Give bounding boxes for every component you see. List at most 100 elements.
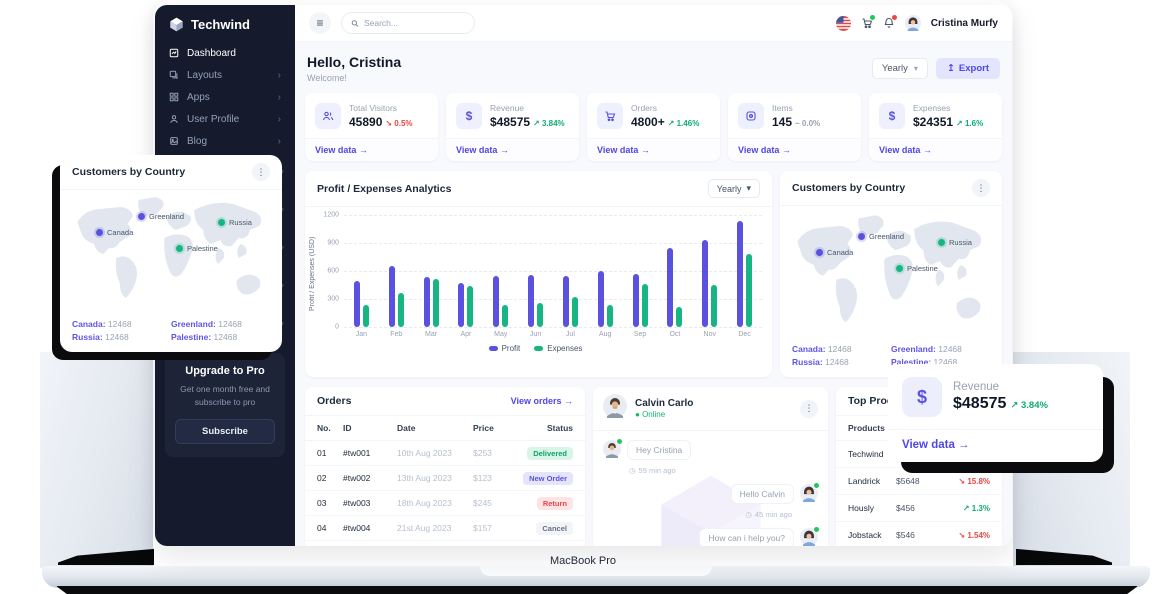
cart-button[interactable] xyxy=(861,17,873,29)
bar-profit[interactable] xyxy=(354,281,360,327)
view-data-link[interactable]: View data → xyxy=(446,138,579,161)
bar-expenses[interactable] xyxy=(433,279,439,327)
view-data-link[interactable]: View data → xyxy=(728,138,861,161)
bar-group xyxy=(692,215,727,327)
chart-title: Profit / Expenses Analytics xyxy=(317,183,451,195)
bar-group xyxy=(344,215,379,327)
notifications-button[interactable] xyxy=(883,17,895,29)
user-menu[interactable] xyxy=(905,15,921,31)
map-marker-canada[interactable]: Canada xyxy=(816,248,853,257)
brand[interactable]: Techwind xyxy=(155,5,295,42)
bar-expenses[interactable] xyxy=(537,303,543,327)
x-tick-label: May xyxy=(483,331,518,338)
user-name[interactable]: Cristina Murfy xyxy=(931,18,998,29)
map-marker-greenland[interactable]: Greenland xyxy=(858,232,904,241)
bar-expenses[interactable] xyxy=(363,305,369,327)
brand-name: Techwind xyxy=(191,17,250,32)
chat-status: ● Online xyxy=(635,410,693,419)
language-flag-button[interactable] xyxy=(836,16,851,31)
presence-dot xyxy=(617,439,622,444)
bar-group xyxy=(414,215,449,327)
bar-profit[interactable] xyxy=(702,240,708,327)
bar-profit[interactable] xyxy=(737,221,743,327)
view-data-link[interactable]: View data → xyxy=(869,138,1002,161)
stat-value: $24351 xyxy=(913,115,953,129)
box-icon xyxy=(738,103,764,129)
techwind-logo-icon xyxy=(169,17,184,32)
kebab-menu-button[interactable]: ⋮ xyxy=(972,179,990,197)
layouts-icon xyxy=(169,70,179,80)
export-label: Export xyxy=(959,63,989,74)
bar-profit[interactable] xyxy=(424,277,430,327)
sidebar-item-blog[interactable]: Blog › xyxy=(155,130,295,152)
sidebar-item-dashboard[interactable]: Dashboard xyxy=(155,42,295,64)
chat-message-outgoing: Hello Calvin xyxy=(603,484,818,507)
sidebar-item-label: Blog xyxy=(187,136,207,147)
bar-profit[interactable] xyxy=(493,276,499,327)
kebab-menu-button[interactable]: ⋮ xyxy=(252,163,270,181)
chevron-down-icon: ▾ xyxy=(746,183,751,194)
map-marker-russia[interactable]: Russia xyxy=(218,218,252,227)
view-data-link[interactable]: View data → xyxy=(305,138,438,161)
period-select[interactable]: Yearly ▾ xyxy=(872,58,928,79)
stats-row: Total Visitors 45890↘ 0.5% View data → $… xyxy=(305,93,1002,161)
bar-profit[interactable] xyxy=(598,271,604,327)
bar-profit[interactable] xyxy=(563,276,569,327)
map-marker-palestine[interactable]: Palestine xyxy=(896,264,938,273)
bar-expenses[interactable] xyxy=(572,297,578,327)
map-marker-palestine[interactable]: Palestine xyxy=(176,244,218,253)
bar-expenses[interactable] xyxy=(711,285,717,327)
bar-profit[interactable] xyxy=(667,248,673,327)
stat-title: Expenses xyxy=(913,103,983,113)
us-flag-icon xyxy=(836,16,851,31)
chart-bar-groups xyxy=(344,215,762,327)
y-tick-label: 0 xyxy=(335,324,339,331)
chart-x-labels: JanFebMarAprMayJunJulAugSepOctNovDec xyxy=(344,331,762,338)
apps-grid-icon xyxy=(169,92,179,102)
view-data-link[interactable]: View data → xyxy=(587,138,720,161)
y-tick-label: 1200 xyxy=(323,212,339,219)
view-orders-link[interactable]: View orders → xyxy=(511,396,573,406)
search-box[interactable] xyxy=(341,12,475,34)
chart-period-select[interactable]: Yearly ▾ xyxy=(708,179,760,198)
bar-group xyxy=(553,215,588,327)
map-marker-russia[interactable]: Russia xyxy=(938,238,972,247)
bar-expenses[interactable] xyxy=(398,293,404,327)
bar-expenses[interactable] xyxy=(502,305,508,327)
sidebar-item-apps[interactable]: Apps › xyxy=(155,86,295,108)
subscribe-button[interactable]: Subscribe xyxy=(175,419,275,444)
kebab-menu-button[interactable]: ⋮ xyxy=(800,400,818,418)
bar-expenses[interactable] xyxy=(676,307,682,327)
legend-item-profit[interactable]: Profit xyxy=(489,344,521,353)
bar-profit[interactable] xyxy=(458,283,464,327)
legend-item-expenses[interactable]: Expenses xyxy=(534,344,582,353)
hamburger-menu-button[interactable]: ≡ xyxy=(309,12,331,34)
bar-expenses[interactable] xyxy=(607,305,613,327)
legend-marker-expenses xyxy=(534,346,543,351)
bar-expenses[interactable] xyxy=(642,284,648,327)
period-value: Yearly xyxy=(882,63,908,74)
bar-profit[interactable] xyxy=(633,274,639,327)
order-row: 03#tw003 18th Aug 2023$245 Return xyxy=(305,491,585,516)
bar-expenses[interactable] xyxy=(746,254,752,327)
export-button[interactable]: ↥ Export xyxy=(936,58,1000,79)
map-marker-canada[interactable]: Canada xyxy=(96,228,133,237)
bar-profit[interactable] xyxy=(528,275,534,327)
clock-icon: ◷ xyxy=(629,466,636,475)
search-input[interactable] xyxy=(364,18,465,28)
chat-card: Calvin Carlo ● Online ⋮ xyxy=(593,387,828,546)
bar-expenses[interactable] xyxy=(467,286,473,327)
hero-canvas: MacBook Pro Techwind Dashboard xyxy=(0,0,1175,594)
x-tick-label: Apr xyxy=(448,331,483,338)
x-tick-label: Jun xyxy=(518,331,553,338)
analytics-chart-card: Profit / Expenses Analytics Yearly ▾ Pro… xyxy=(305,171,772,377)
bar-group xyxy=(623,215,658,327)
dashboard-content: Hello, Cristina Welcome! Yearly ▾ ↥ Expo… xyxy=(295,42,1012,546)
sidebar-item-user-profile[interactable]: User Profile › xyxy=(155,108,295,130)
status-badge: Delivered xyxy=(527,447,573,460)
view-data-link[interactable]: View data → xyxy=(888,429,1103,462)
stat-change: ↘ 0.5% xyxy=(385,119,412,128)
map-marker-greenland[interactable]: Greenland xyxy=(138,212,184,221)
sidebar-item-layouts[interactable]: Layouts › xyxy=(155,64,295,86)
bar-profit[interactable] xyxy=(389,266,395,327)
